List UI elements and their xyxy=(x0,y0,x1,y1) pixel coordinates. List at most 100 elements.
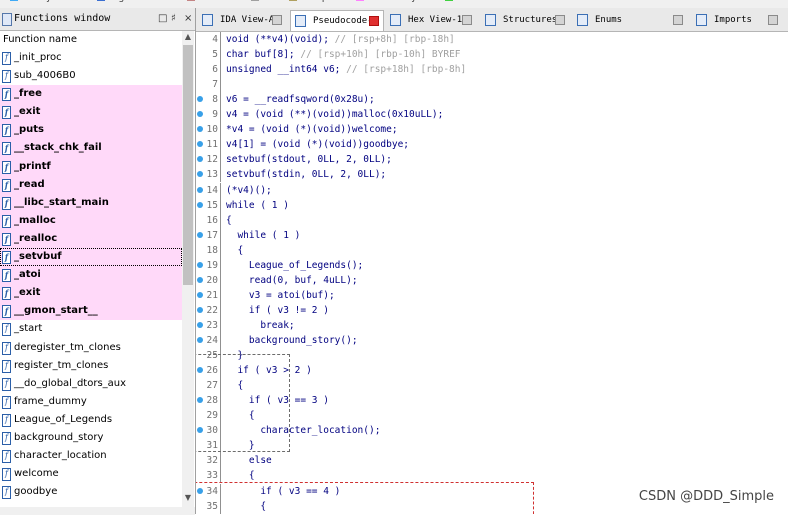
code-text[interactable]: void (**v4)(void); // [rsp+8h] [rbp-18h] xyxy=(226,32,455,47)
code-line[interactable]: 24 background_story(); xyxy=(196,333,788,348)
function-list-item[interactable]: f _setvbuf xyxy=(0,248,182,267)
function-list-item[interactable]: f _puts xyxy=(0,121,182,140)
pin-icon[interactable]: ♯ xyxy=(171,13,176,24)
function-list-item[interactable]: f goodbye xyxy=(0,483,182,501)
scroll-down-icon[interactable]: ▼ xyxy=(182,493,194,502)
code-line[interactable]: 22 if ( v3 != 2 ) xyxy=(196,302,788,318)
code-text[interactable]: v4[1] = (void (*)(void))goodbye; xyxy=(226,137,409,152)
pseudocode-view[interactable]: 4 void (**v4)(void); // [rsp+8h] [rbp-18h… xyxy=(196,32,788,514)
function-list-item[interactable]: f __libc_start_main xyxy=(0,193,182,212)
function-list-item[interactable]: f League_of_Legends xyxy=(0,411,182,429)
tab-view-icon xyxy=(295,15,306,27)
legend-swatch xyxy=(288,0,297,1)
tab-ida-view-a[interactable]: IDA View-A xyxy=(198,10,286,30)
code-line[interactable]: 19 League_of_Legends(); xyxy=(196,257,788,273)
restore-icon[interactable]: □ xyxy=(158,13,167,24)
column-header-function-name[interactable]: Function name xyxy=(0,31,182,49)
tab-close-icon[interactable] xyxy=(462,15,472,25)
gutter-line xyxy=(220,317,221,333)
code-text[interactable]: unsigned __int64 v6; // [rsp+18h] [rbp-8… xyxy=(226,62,466,77)
function-icon: f xyxy=(2,232,11,246)
code-line[interactable]: 20 read(0, buf, 4uLL); xyxy=(196,272,788,288)
code-text[interactable]: read(0, buf, 4uLL); xyxy=(226,273,358,288)
code-text[interactable]: while ( 1 ) xyxy=(226,198,289,213)
tab-enums[interactable]: Enums xyxy=(573,10,687,30)
code-text[interactable]: char buf[8]; // [rsp+10h] [rbp-10h] BYRE… xyxy=(226,47,461,62)
legend-swatch xyxy=(10,0,18,1)
code-line[interactable]: 4 void (**v4)(void); // [rsp+8h] [rbp-18h… xyxy=(196,32,788,47)
tab-close-icon[interactable] xyxy=(272,15,282,25)
function-list[interactable]: Function name f _init_proc f sub_4006B0 f _fr… xyxy=(0,31,182,507)
code-line[interactable]: 11 v4[1] = (void (*)(void))goodbye; xyxy=(196,137,788,153)
tab-structures[interactable]: Structures xyxy=(481,10,569,30)
function-list-item[interactable]: f __gmon_start__ xyxy=(0,302,182,321)
tab-hex-view-1[interactable]: Hex View-1 xyxy=(386,10,476,30)
code-text[interactable]: while ( 1 ) xyxy=(226,228,300,243)
function-list-item[interactable]: f character_location xyxy=(0,447,182,465)
code-text[interactable]: *v4 = (void (*)(void))welcome; xyxy=(226,122,398,137)
code-line[interactable]: 14 (*v4)(); xyxy=(196,182,788,198)
function-list-item[interactable]: f __stack_chk_fail xyxy=(0,139,182,158)
function-list-item[interactable]: f deregister_tm_clones xyxy=(0,339,182,357)
tab-close-icon[interactable] xyxy=(555,15,565,25)
code-line[interactable]: 18 { xyxy=(196,242,788,258)
code-text[interactable]: v4 = (void (**)(void))malloc(0x10uLL); xyxy=(226,107,443,122)
function-list-item[interactable]: f _start xyxy=(0,320,182,338)
code-text[interactable]: if ( v3 != 2 ) xyxy=(226,303,329,318)
code-line[interactable]: 12 setvbuf(stdout, 0LL, 2, 0LL); xyxy=(196,152,788,168)
tab-pseudocode-a[interactable]: Pseudocode-A xyxy=(290,10,384,31)
tab-imports[interactable]: Imports xyxy=(692,10,782,30)
function-list-item[interactable]: f _exit xyxy=(0,103,182,122)
function-icon: f xyxy=(2,106,11,120)
code-text[interactable]: (*v4)(); xyxy=(226,183,272,198)
code-line[interactable]: 17 while ( 1 ) xyxy=(196,227,788,243)
code-line[interactable]: 9 v4 = (void (**)(void))malloc(0x10uLL); xyxy=(196,107,788,123)
code-text[interactable]: { xyxy=(226,243,243,258)
function-list-item[interactable]: f _read xyxy=(0,175,182,194)
tab-close-icon[interactable] xyxy=(673,15,683,25)
function-list-item[interactable]: f _free xyxy=(0,85,182,104)
scroll-up-icon[interactable]: ▲ xyxy=(182,32,194,41)
legend-label: Data xyxy=(261,0,283,3)
code-line[interactable]: 21 v3 = atoi(buf); xyxy=(196,287,788,303)
code-line[interactable]: 16 { xyxy=(196,212,788,228)
scrollbar-thumb[interactable] xyxy=(183,45,193,285)
code-text[interactable]: setvbuf(stdin, 0LL, 2, 0LL); xyxy=(226,167,386,182)
function-list-item[interactable]: f sub_4006B0 xyxy=(0,67,182,85)
code-text[interactable]: break; xyxy=(226,318,294,333)
function-list-item[interactable]: f _printf xyxy=(0,157,182,176)
function-list-item[interactable]: f register_tm_clones xyxy=(0,357,182,375)
code-line[interactable]: 6 unsigned __int64 v6; // [rsp+18h] [rbp-… xyxy=(196,62,788,78)
tab-close-icon[interactable] xyxy=(369,16,379,26)
tab-close-icon[interactable] xyxy=(768,15,778,25)
function-list-item[interactable]: f __do_global_dtors_aux xyxy=(0,375,182,393)
code-text[interactable]: v6 = __readfsqword(0x28u); xyxy=(226,92,375,107)
function-list-item[interactable]: f _exit xyxy=(0,284,182,303)
code-text[interactable]: setvbuf(stdout, 0LL, 2, 0LL); xyxy=(226,152,392,167)
code-text[interactable]: League_of_Legends(); xyxy=(226,258,363,273)
function-list-item[interactable]: f welcome xyxy=(0,465,182,483)
function-list-item[interactable]: f _realloc xyxy=(0,229,182,249)
line-number: 5 xyxy=(212,49,218,61)
code-text[interactable]: background_story(); xyxy=(226,333,358,348)
code-line[interactable]: 32 else xyxy=(196,453,788,469)
code-line[interactable]: 7 xyxy=(196,77,788,93)
function-list-item[interactable]: f _atoi xyxy=(0,266,182,285)
code-line[interactable]: 10 *v4 = (void (*)(void))welcome; xyxy=(196,122,788,138)
code-text[interactable]: { xyxy=(226,213,232,228)
code-line[interactable]: 13 setvbuf(stdin, 0LL, 2, 0LL); xyxy=(196,167,788,183)
tab-view-icon xyxy=(577,14,588,26)
code-line[interactable]: 8 v6 = __readfsqword(0x28u); xyxy=(196,92,788,108)
line-number: 12 xyxy=(206,154,218,166)
function-list-item[interactable]: f frame_dummy xyxy=(0,393,182,411)
function-list-scrollbar[interactable]: ▲ ▼ xyxy=(182,31,194,507)
function-list-item[interactable]: f _malloc xyxy=(0,211,182,230)
code-line[interactable]: 23 break; xyxy=(196,317,788,333)
code-text[interactable]: v3 = atoi(buf); xyxy=(226,288,335,303)
code-text[interactable]: else xyxy=(226,453,272,468)
code-line[interactable]: 5 char buf[8]; // [rsp+10h] [rbp-10h] BYR… xyxy=(196,47,788,63)
function-list-item[interactable]: f background_story xyxy=(0,429,182,447)
close-icon[interactable]: × xyxy=(184,13,192,24)
code-line[interactable]: 15 while ( 1 ) xyxy=(196,197,788,213)
function-list-item[interactable]: f _init_proc xyxy=(0,49,182,67)
